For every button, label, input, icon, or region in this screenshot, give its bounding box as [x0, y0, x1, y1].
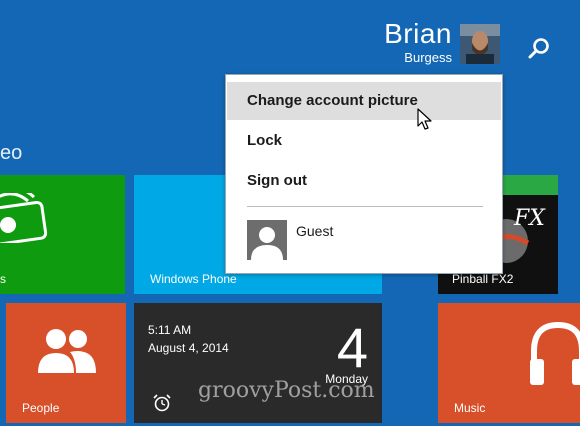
- windows-phone-tile-label: Windows Phone: [150, 272, 237, 286]
- people-tile-label: People: [22, 401, 60, 415]
- headphones-icon: [530, 321, 580, 385]
- mouse-cursor-icon: [417, 108, 432, 130]
- change-account-picture-item[interactable]: Change account picture: [227, 82, 501, 120]
- user-photo-icon: [460, 24, 500, 64]
- people-icon: [38, 329, 96, 373]
- user-avatar[interactable]: [460, 24, 500, 64]
- xbox-games-icon: [0, 193, 48, 243]
- guest-avatar[interactable]: [247, 220, 287, 260]
- search-icon: [528, 38, 549, 59]
- guest-account-name[interactable]: Guest: [296, 223, 333, 239]
- lock-item[interactable]: Lock: [227, 122, 501, 160]
- guest-user-icon: [247, 220, 287, 260]
- clock-day-number: 4: [336, 316, 368, 379]
- start-group-title: eo: [0, 142, 23, 164]
- menu-divider: [247, 206, 483, 207]
- search-button[interactable]: [526, 36, 552, 62]
- pinball-tile-label: Pinball FX2: [452, 272, 514, 286]
- xbox-tile[interactable]: s: [0, 175, 125, 294]
- people-tile[interactable]: People: [6, 303, 126, 423]
- alarm-clock-icon: [153, 394, 171, 412]
- clock-tile[interactable]: 5:11 AM August 4, 2014 4 Monday: [134, 303, 382, 423]
- user-last-name[interactable]: Burgess: [404, 50, 452, 65]
- account-menu: Change account picture Lock Sign out Gue…: [225, 74, 503, 274]
- clock-date: August 4, 2014: [148, 341, 229, 355]
- watermark: groovyPost.com: [198, 378, 375, 403]
- music-tile[interactable]: Music: [438, 303, 580, 423]
- music-tile-label: Music: [454, 401, 486, 415]
- sign-out-item[interactable]: Sign out: [227, 162, 501, 200]
- xbox-tile-label: s: [0, 272, 6, 286]
- clock-time: 5:11 AM: [148, 323, 192, 337]
- user-first-name[interactable]: Brian: [384, 18, 452, 50]
- svg-text:FX: FX: [513, 206, 546, 231]
